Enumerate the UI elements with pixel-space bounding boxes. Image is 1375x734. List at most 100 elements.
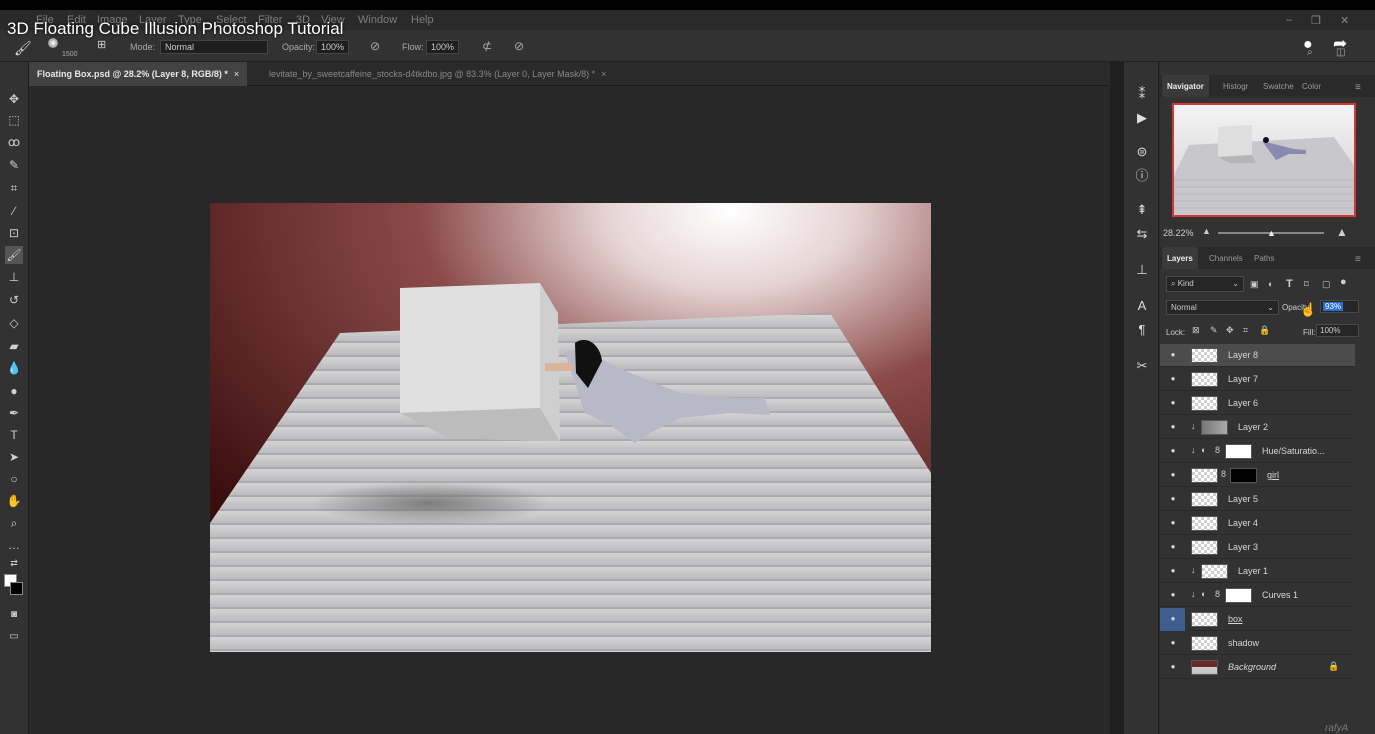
layer-row[interactable]: ● Layer 5	[1160, 488, 1355, 511]
tab-levitate[interactable]: levitate_by_sweetcaffeine_stocks-d4tkdbo…	[261, 62, 614, 86]
eraser-tool-icon[interactable]: ◇	[5, 314, 23, 332]
brush-tool-icon[interactable]: 🖌	[5, 246, 23, 264]
tab-channels[interactable]: Channels	[1204, 247, 1248, 269]
blur-tool-icon[interactable]: 💧	[5, 359, 23, 377]
filter-adjustment-icon[interactable]: ◐	[1268, 279, 1273, 289]
tab-paths[interactable]: Paths	[1249, 247, 1279, 269]
stamp-tool-icon[interactable]: ⊥	[5, 268, 23, 286]
swap-colors-icon[interactable]: ⇄	[5, 554, 23, 572]
tab-floating-box[interactable]: Floating Box.psd @ 28.2% (Layer 8, RGB/8…	[29, 62, 248, 86]
visibility-toggle[interactable]: ●	[1160, 416, 1185, 439]
quick-select-tool-icon[interactable]: ✎	[5, 156, 23, 174]
search-icon[interactable]: ⌕	[1307, 47, 1313, 58]
lock-transparent-icon[interactable]: ⊠	[1192, 325, 1200, 336]
history-brush-tool-icon[interactable]: ↺	[5, 291, 23, 309]
pen-tool-icon[interactable]: ✒	[5, 404, 23, 422]
tab-color[interactable]: Color	[1297, 75, 1326, 97]
layer-row[interactable]: ● Layer 8	[1160, 344, 1355, 367]
properties-icon[interactable]: ⊜	[1134, 144, 1150, 160]
actions-play-icon[interactable]: ▶	[1134, 110, 1150, 126]
lock-all-icon[interactable]: 🔒	[1259, 325, 1270, 336]
filter-type-icon[interactable]: T	[1286, 278, 1293, 290]
path-select-tool-icon[interactable]: ➤	[5, 448, 23, 466]
flow-field[interactable]: 100%	[426, 40, 460, 54]
layer-row[interactable]: ● ↓ Layer 1	[1160, 560, 1355, 583]
filter-shape-icon[interactable]: ⌑	[1304, 279, 1309, 290]
layer-row[interactable]: ● box	[1160, 608, 1355, 631]
layer-row[interactable]: ● 8 girl	[1160, 464, 1355, 487]
adjustments-icon[interactable]: ⇆	[1134, 226, 1150, 242]
fill-field[interactable]: 100%	[1316, 324, 1359, 337]
gradient-tool-icon[interactable]: ▰	[5, 337, 23, 355]
brush-settings-icon[interactable]: ⇞	[1134, 202, 1150, 218]
tab-close-icon[interactable]: ×	[601, 69, 606, 79]
eyedropper-tool-icon[interactable]: ⁄	[5, 202, 23, 220]
filter-smart-object-icon[interactable]: ▢	[1322, 279, 1331, 290]
menu-window[interactable]: Window	[358, 14, 397, 26]
document-canvas[interactable]	[210, 203, 931, 652]
panel-menu-icon[interactable]: ≡	[1350, 75, 1366, 97]
layer-row[interactable]: ● Layer 4	[1160, 512, 1355, 535]
opacity-field[interactable]: 93%	[1320, 300, 1359, 313]
visibility-toggle[interactable]: ●	[1160, 464, 1185, 487]
menu-help[interactable]: Help	[411, 14, 434, 26]
brush-preset-picker[interactable]: 1500	[40, 38, 78, 60]
layer-row[interactable]: ● Layer 3	[1160, 536, 1355, 559]
layer-row[interactable]: ● Layer 6	[1160, 392, 1355, 415]
layer-row[interactable]: ● shadow	[1160, 632, 1355, 655]
tool-presets-icon[interactable]: ✂	[1134, 358, 1150, 374]
tab-histogram[interactable]: Histogr	[1218, 75, 1253, 97]
filter-toggle-icon[interactable]: ●	[1340, 276, 1347, 288]
lock-artboard-icon[interactable]: ⌗	[1243, 325, 1248, 336]
layer-filter-dropdown[interactable]: ⌕ Kind ⌄	[1166, 276, 1244, 292]
airbrush-icon[interactable]: ⊄	[482, 39, 492, 53]
navigator-preview[interactable]	[1172, 103, 1356, 217]
visibility-toggle[interactable]: ●	[1160, 560, 1185, 583]
move-tool-icon[interactable]: ✥	[5, 90, 23, 108]
tab-swatches[interactable]: Swatche	[1258, 75, 1299, 97]
zoom-out-icon[interactable]: ▲	[1202, 226, 1211, 236]
brush-tool-icon[interactable]: 🖌	[14, 40, 32, 57]
info-icon[interactable]: ⓘ	[1134, 168, 1150, 184]
zoom-in-icon[interactable]: ▲	[1336, 225, 1348, 239]
minimize-icon[interactable]: –	[1286, 14, 1292, 26]
visibility-toggle[interactable]: ●	[1160, 368, 1185, 391]
zoom-tool-icon[interactable]: ⌕	[5, 514, 23, 532]
tab-close-icon[interactable]: ×	[234, 69, 239, 79]
panel-menu-icon[interactable]: ≡	[1350, 247, 1366, 269]
layer-row[interactable]: ● ↓ ◐ 8 Hue/Saturatio...	[1160, 440, 1355, 463]
lasso-tool-icon[interactable]: ꝏ	[5, 133, 23, 151]
brush-settings-icon[interactable]: ⊞	[97, 38, 106, 51]
visibility-toggle[interactable]: ●	[1160, 584, 1185, 607]
layer-row[interactable]: ● ↓ ◐ 8 Curves 1	[1160, 584, 1355, 607]
visibility-toggle[interactable]: ●	[1160, 440, 1185, 463]
workspace-icon[interactable]: ◫	[1336, 47, 1345, 58]
navigator-zoom-value[interactable]: 28.22%	[1163, 228, 1194, 238]
visibility-toggle[interactable]: ●	[1160, 656, 1185, 679]
filter-pixel-icon[interactable]: ▣	[1250, 279, 1259, 290]
paragraph-icon[interactable]: ¶	[1134, 322, 1150, 338]
close-icon[interactable]: ✕	[1340, 14, 1349, 27]
history-panel-icon[interactable]: ⁑	[1134, 86, 1150, 102]
marquee-tool-icon[interactable]: ⬚	[5, 111, 23, 129]
frame-tool-icon[interactable]: ⊡	[5, 224, 23, 242]
hand-tool-icon[interactable]: ✋	[5, 492, 23, 510]
mode-dropdown[interactable]: Normal	[160, 40, 268, 54]
opacity-field[interactable]: 100%	[316, 40, 350, 54]
crop-tool-icon[interactable]: ⌗	[5, 179, 23, 197]
tab-layers[interactable]: Layers	[1162, 247, 1198, 269]
pressure-opacity-icon[interactable]: ⊘	[370, 39, 380, 53]
zoom-slider-handle[interactable]: ▲	[1267, 228, 1276, 238]
dodge-tool-icon[interactable]: ●	[5, 382, 23, 400]
pressure-size-icon[interactable]: ⊘	[514, 39, 524, 53]
visibility-toggle[interactable]: ●	[1160, 344, 1185, 367]
blend-mode-dropdown[interactable]: Normal ⌄	[1166, 300, 1279, 315]
layer-mask-thumbnail[interactable]	[1230, 468, 1257, 483]
background-color-swatch[interactable]	[10, 582, 23, 595]
visibility-toggle[interactable]: ●	[1160, 392, 1185, 415]
layer-row[interactable]: ● ↓ Layer 2	[1160, 416, 1355, 439]
lock-image-icon[interactable]: ✎	[1210, 325, 1218, 336]
visibility-toggle[interactable]: ●	[1160, 632, 1185, 655]
visibility-toggle[interactable]: ●	[1160, 608, 1185, 631]
screen-mode-icon[interactable]: ▭	[5, 628, 23, 646]
